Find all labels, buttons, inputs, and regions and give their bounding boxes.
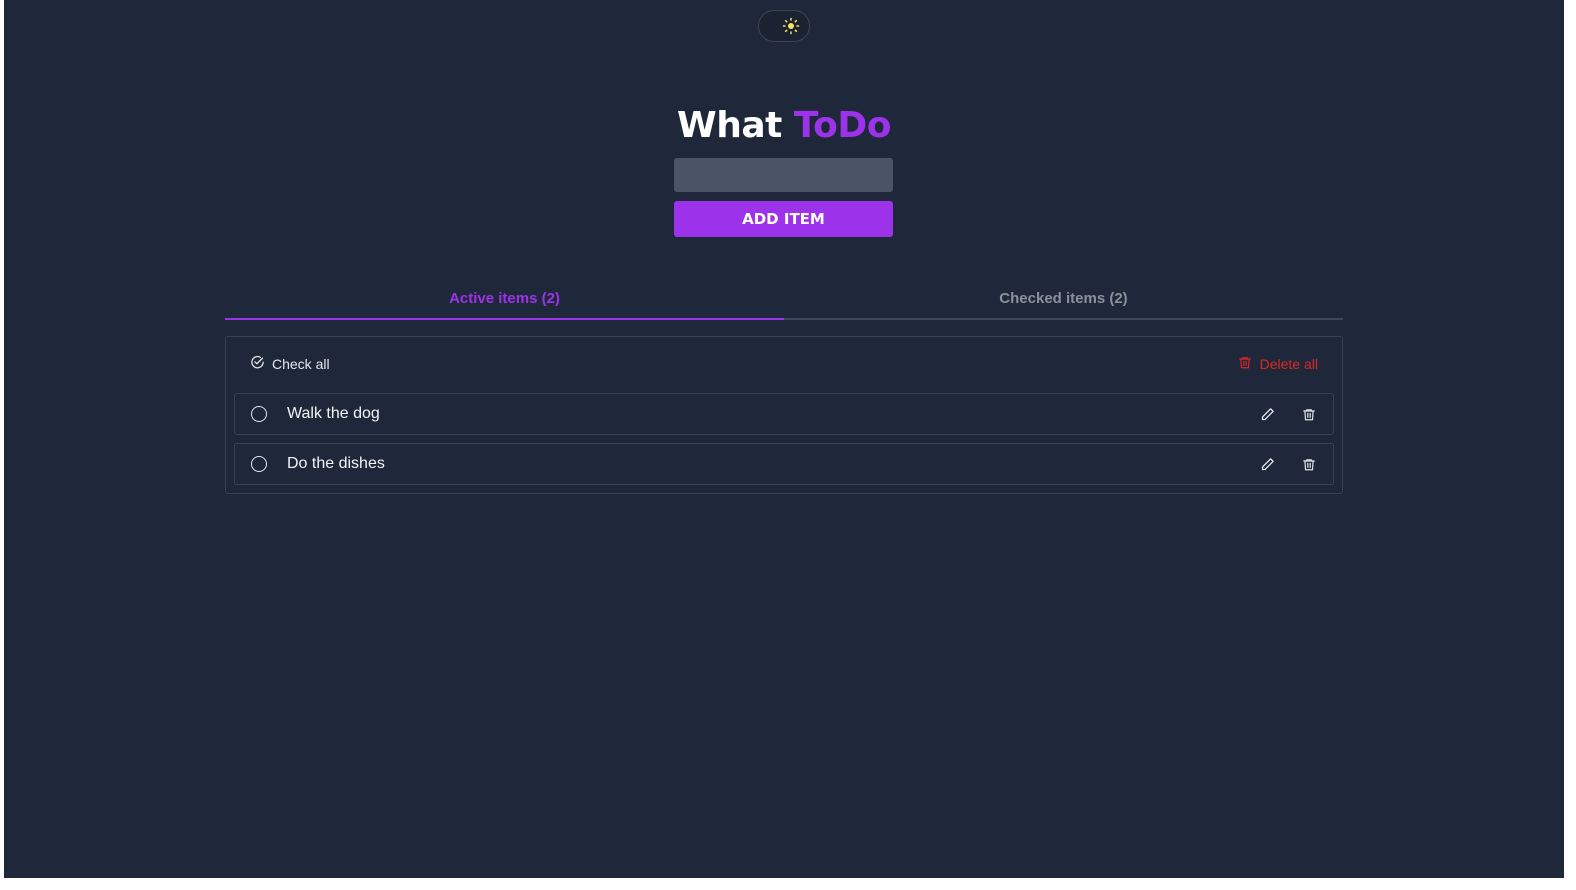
item-checkbox[interactable] [251,456,267,472]
item-text: Walk the dog [287,405,380,422]
pencil-icon[interactable] [1257,454,1277,474]
title-part-what: What [676,105,782,146]
theme-toggle[interactable] [758,10,810,42]
items-panel: Check all Delete all Walk the dog Do the… [225,336,1343,494]
item-checkbox[interactable] [251,406,267,422]
check-all-button[interactable]: Check all [250,355,330,373]
page-title: What ToDo [4,100,1564,152]
delete-all-button[interactable]: Delete all [1238,355,1318,373]
check-all-label: Check all [272,356,330,372]
sun-icon [779,14,803,38]
tabs: Active items (2) Checked items (2) [225,282,1343,320]
tab-active-items[interactable]: Active items (2) [225,282,784,320]
add-item-button[interactable]: ADD ITEM [674,201,893,237]
trash-icon [1238,355,1252,373]
trash-icon[interactable] [1299,454,1319,474]
trash-icon[interactable] [1299,404,1319,424]
list-item: Walk the dog [234,393,1334,435]
pencil-icon[interactable] [1257,404,1277,424]
title-part-todo: ToDo [793,105,892,146]
check-circle-icon [250,355,265,373]
new-item-input[interactable] [674,158,893,192]
list-item: Do the dishes [234,443,1334,485]
item-text: Do the dishes [287,455,385,472]
tab-checked-items[interactable]: Checked items (2) [784,282,1343,318]
delete-all-label: Delete all [1259,356,1318,372]
app-container: What ToDo ADD ITEM Active items (2) Chec… [4,0,1564,878]
